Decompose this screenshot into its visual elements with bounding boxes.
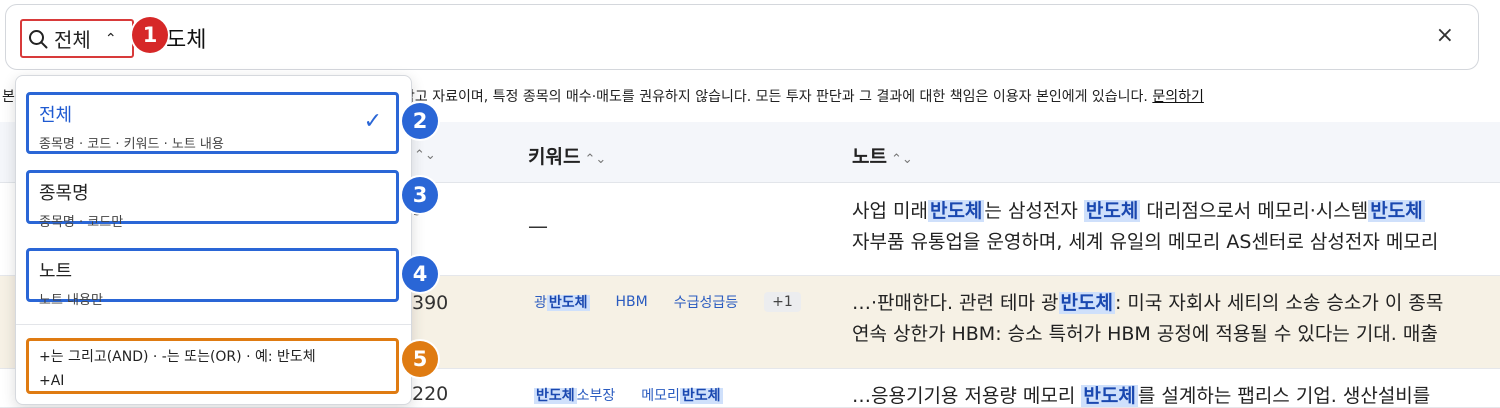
option-label: 종목명 [39, 183, 89, 204]
disclaimer-text: 참고 자료이며, 특정 종목의 매수·매도를 권유하지 않습니다. 모든 투자 … [402, 89, 1148, 105]
callout-badge-1: 1 [132, 17, 168, 53]
column-header-note[interactable]: 노트 ⌃⌄ [852, 142, 913, 169]
search-scope-label: 전체 [54, 28, 91, 52]
row-value: 390 [412, 292, 449, 314]
search-scope-menu: 전체 종목명 · 코드 · 키워드 · 노트 내용 ✓ 종목명 종목명 · 코드… [15, 75, 412, 405]
sort-icon[interactable]: ⌃⌄ [410, 142, 436, 164]
checkmark-icon: ✓ [363, 109, 382, 134]
note-cell: 사업 미래 반도체 는 삼성전자 반도체 대리점으로서 메모리·시스템 반도체 자부품… [852, 200, 1439, 253]
option-label: 전체 [39, 105, 73, 126]
callout-badge-3: 3 [402, 177, 438, 213]
search-icon [29, 29, 48, 48]
keyword-tag[interactable]: 반도체 소부장 [534, 385, 615, 405]
keyword-tag[interactable]: HBM [616, 294, 648, 310]
sort-icon: ⌃⌄ [890, 152, 913, 167]
search-input[interactable]: 도체 [166, 22, 206, 54]
more-tags-badge[interactable]: +1 [764, 292, 801, 312]
sort-icon: ⌃⌄ [584, 152, 607, 167]
scope-option-all[interactable]: 전체 종목명 · 코드 · 키워드 · 노트 내용 ✓ [26, 92, 399, 154]
scope-option-stock-name[interactable]: 종목명 종목명 · 코드만 [26, 170, 399, 230]
keyword-tag[interactable]: 메모리 반도체 [641, 385, 723, 405]
option-description: 노트 내용만 [39, 293, 103, 308]
keyword-tags: 반도체 소부장 메모리 반도체 [534, 385, 723, 405]
row-value: 220 [412, 383, 449, 405]
column-header-keyword[interactable]: 키워드 ⌃⌄ [528, 142, 606, 169]
option-description: 종목명 · 코드만 [39, 215, 124, 230]
divider [16, 324, 411, 325]
callout-badge-5: 5 [402, 341, 438, 377]
search-scope-dropdown-button[interactable]: 전체 ⌃ [20, 19, 134, 58]
option-description: 종목명 · 코드 · 키워드 · 노트 내용 [39, 137, 224, 152]
keyword-empty: — [528, 214, 548, 238]
keyword-tag[interactable]: 수급성급등 [674, 292, 738, 312]
note-cell: …응용기기용 저용량 메모리 반도체 를 설계하는 팹리스 기업. 생산설비를 [852, 385, 1431, 407]
disclaimer-prefix: 본 [2, 89, 15, 105]
contact-link[interactable]: 문의하기 [1152, 89, 1204, 105]
note-cell: …·판매한다. 관련 테마 광 반도체: 미국 자회사 세티의 소송 승소가 이 … [852, 292, 1444, 345]
scope-option-note[interactable]: 노트 노트 내용만 [26, 248, 399, 308]
callout-badge-2: 2 [402, 103, 438, 139]
chevron-up-icon: ⌃ [104, 30, 117, 47]
callout-badge-4: 4 [402, 256, 438, 292]
clear-search-button[interactable]: × [1436, 23, 1454, 48]
keyword-tags: 광 반도체 HBM 수급성급등 +1 [534, 292, 801, 312]
search-syntax-hint: +는 그리고(AND) · -는 또는(OR) · 예: 반도체 +AI [26, 338, 399, 394]
search-bar: 전체 ⌃ 도체 × [5, 4, 1479, 70]
keyword-tag[interactable]: 광 반도체 [534, 292, 590, 312]
option-label: 노트 [39, 261, 73, 282]
